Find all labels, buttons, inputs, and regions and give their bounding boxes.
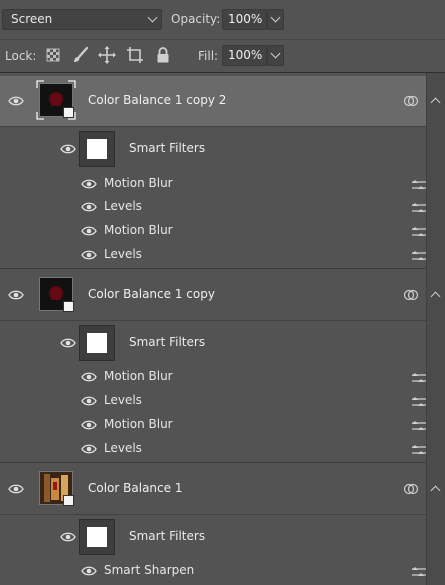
visibility-eye-icon[interactable] [81, 250, 97, 260]
visibility-eye-icon[interactable] [60, 338, 76, 348]
filter-row[interactable]: Levels [0, 195, 427, 219]
smart-filters-row[interactable]: Smart Filters [0, 322, 427, 364]
filter-row[interactable]: Motion Blur [0, 172, 427, 196]
layer-row[interactable]: Color Balance 1 [0, 464, 427, 515]
layer-name[interactable]: Color Balance 1 [88, 481, 182, 495]
visibility-eye-icon[interactable] [60, 532, 76, 542]
smart-filters-row[interactable]: Smart Filters [0, 128, 427, 170]
visibility-eye-icon[interactable] [81, 444, 97, 454]
filter-name: Motion Blur [104, 223, 173, 237]
filter-row[interactable]: Smart Sharpen [0, 559, 427, 583]
blending-options-icon[interactable] [411, 396, 427, 408]
layer-thumbnail[interactable] [39, 471, 74, 506]
smart-filter-options-icon[interactable] [403, 93, 419, 109]
blend-mode-value: Screen [11, 12, 53, 26]
chevron-down-icon [147, 12, 158, 23]
lock-artboard-icon[interactable] [124, 44, 146, 66]
lock-all-padlock-icon[interactable] [152, 44, 174, 66]
smart-object-badge-icon [63, 107, 74, 118]
blending-options-icon[interactable] [411, 444, 427, 456]
filter-row[interactable]: Motion Blur [0, 365, 427, 389]
visibility-eye-icon[interactable] [60, 144, 76, 154]
visibility-eye-icon[interactable] [8, 290, 24, 300]
visibility-eye-icon[interactable] [81, 566, 97, 576]
lock-transparent-pixels-icon[interactable] [42, 44, 64, 66]
fill-slider-button[interactable] [267, 45, 284, 66]
fill-label: Fill: [198, 49, 219, 63]
smart-object-badge-icon [63, 301, 74, 312]
opacity-input[interactable]: 100% [222, 9, 267, 30]
smart-filters-label: Smart Filters [129, 529, 206, 543]
blending-options-icon[interactable] [411, 372, 427, 384]
opacity-value: 100% [228, 12, 263, 26]
lock-position-move-icon[interactable] [96, 44, 118, 66]
blending-options-icon[interactable] [411, 179, 427, 191]
blending-options-icon[interactable] [411, 202, 427, 214]
filter-mask-thumbnail[interactable] [79, 131, 115, 167]
filter-row[interactable]: Levels [0, 389, 427, 413]
filter-name: Levels [104, 393, 142, 407]
blending-options-icon[interactable] [411, 566, 427, 578]
filter-name: Levels [104, 199, 142, 213]
fill-input[interactable]: 100% [222, 45, 267, 66]
layer-divider [0, 268, 427, 269]
blend-controls-row: Screen Opacity: 100% [0, 0, 445, 40]
smart-filter-options-icon[interactable] [403, 481, 419, 497]
filter-name: Motion Blur [104, 369, 173, 383]
blending-options-icon[interactable] [411, 250, 427, 262]
collapse-filters-chevron-icon[interactable] [430, 291, 441, 302]
blending-options-icon[interactable] [411, 420, 427, 432]
filter-row[interactable]: Levels [0, 437, 427, 461]
layer-name[interactable]: Color Balance 1 copy [88, 287, 215, 301]
visibility-eye-icon[interactable] [81, 202, 97, 212]
layer-expander-column [426, 73, 445, 585]
visibility-eye-icon[interactable] [81, 420, 97, 430]
smart-object-badge-icon [63, 495, 74, 506]
filter-name: Motion Blur [104, 176, 173, 190]
blending-options-icon[interactable] [411, 226, 427, 238]
visibility-eye-icon[interactable] [8, 96, 24, 106]
collapse-filters-chevron-icon[interactable] [430, 97, 441, 108]
blend-mode-dropdown[interactable]: Screen [2, 9, 162, 30]
filter-name: Smart Sharpen [104, 563, 195, 577]
layer-row[interactable]: Color Balance 1 copy 2 [0, 76, 427, 127]
layer-row[interactable]: Color Balance 1 copy [0, 270, 427, 321]
smart-filters-label: Smart Filters [129, 141, 206, 155]
opacity-label: Opacity: [171, 12, 221, 26]
smart-filters-row[interactable]: Smart Filters [0, 516, 427, 558]
lock-label: Lock: [5, 49, 37, 63]
filter-name: Levels [104, 441, 142, 455]
lock-image-pixels-brush-icon[interactable] [70, 44, 92, 66]
filter-row[interactable]: Motion Blur [0, 219, 427, 243]
chevron-down-icon [270, 48, 281, 59]
layer-divider [0, 462, 427, 463]
smart-filters-label: Smart Filters [129, 335, 206, 349]
filter-name: Motion Blur [104, 417, 173, 431]
fill-value: 100% [228, 48, 263, 62]
visibility-eye-icon[interactable] [81, 372, 97, 382]
filter-row[interactable]: Motion Blur [0, 413, 427, 437]
visibility-eye-icon[interactable] [8, 484, 24, 494]
filter-mask-thumbnail[interactable] [79, 519, 115, 555]
chevron-down-icon [270, 12, 281, 23]
opacity-slider-button[interactable] [267, 9, 284, 30]
collapse-filters-chevron-icon[interactable] [430, 485, 441, 496]
visibility-eye-icon[interactable] [81, 179, 97, 189]
layer-name[interactable]: Color Balance 1 copy 2 [88, 93, 226, 107]
smart-filter-options-icon[interactable] [403, 287, 419, 303]
lock-controls-row: Lock: Fill: 100% [0, 40, 445, 73]
mask-white [87, 527, 107, 547]
visibility-eye-icon[interactable] [81, 396, 97, 406]
layers-list: Color Balance 1 copy 2 Smart Filters Mot… [0, 73, 445, 585]
filter-mask-thumbnail[interactable] [79, 325, 115, 361]
mask-white [87, 139, 107, 159]
filter-row[interactable]: Levels [0, 243, 427, 267]
visibility-eye-icon[interactable] [81, 226, 97, 236]
layer-thumbnail[interactable] [39, 277, 74, 312]
layer-thumbnail[interactable] [36, 80, 76, 120]
mask-white [87, 333, 107, 353]
filter-name: Levels [104, 247, 142, 261]
